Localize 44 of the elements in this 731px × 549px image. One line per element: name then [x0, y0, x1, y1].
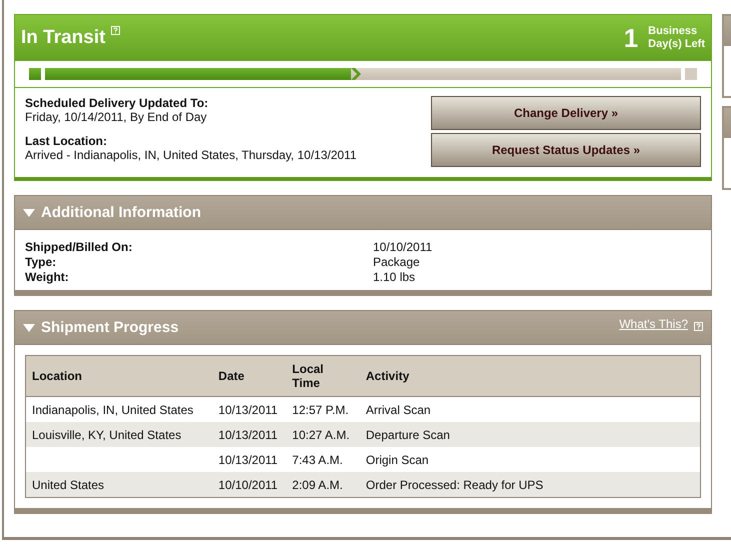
column-header: Local Time — [286, 356, 360, 396]
table-cell: 10/13/2011 — [212, 396, 286, 422]
progress-end-segment — [685, 68, 697, 80]
info-value: 1.10 lbs — [373, 270, 416, 284]
days-left-label: Day(s) Left — [648, 38, 705, 51]
days-left-count: 1 — [624, 22, 638, 54]
last-location-value: Arrived - Indianapolis, IN, United States, Thursday, 10/13/2011 — [25, 148, 357, 162]
table-cell: 2:09 A.M. — [286, 472, 360, 498]
table-cell: Indianapolis, IN, United States — [26, 396, 212, 422]
whats-this-link[interactable]: What's This? — [619, 317, 688, 331]
table-cell: 10/10/2011 — [212, 472, 286, 498]
scheduled-delivery-value: Friday, 10/14/2011, By End of Day — [25, 110, 208, 124]
info-value: Package — [373, 255, 421, 269]
panel-title[interactable]: Additional Information — [41, 204, 201, 221]
table-cell: 10/13/2011 — [212, 422, 286, 447]
action-button[interactable]: Request Status Updates » — [431, 133, 701, 167]
column-header: Activity — [360, 356, 700, 396]
table-cell: Origin Scan — [360, 447, 700, 472]
status-title: In Transit — [21, 27, 106, 49]
last-location-label: Last Location: — [25, 134, 108, 148]
table-cell: 7:43 A.M. — [286, 447, 360, 472]
table-cell: Order Processed: Ready for UPS — [360, 472, 700, 498]
table-cell: Departure Scan — [360, 422, 700, 447]
table-cell: Arrival Scan — [360, 396, 700, 422]
table-cell: 12:57 P.M. — [286, 396, 360, 422]
table-cell: United States — [26, 472, 212, 498]
info-label: Shipped/Billed On: — [25, 240, 134, 254]
days-left-label: Business — [648, 25, 698, 38]
table-cell: 10/13/2011 — [212, 447, 286, 472]
help-icon[interactable] — [111, 26, 120, 35]
scheduled-delivery-label: Scheduled Delivery Updated To: — [25, 96, 210, 110]
info-label: Weight: — [25, 270, 70, 284]
help-icon[interactable] — [694, 322, 703, 331]
caret-down-icon[interactable] — [23, 322, 35, 332]
column-header: Date — [212, 356, 286, 396]
column-header: Location — [26, 356, 212, 396]
progress-start-segment — [29, 68, 41, 80]
caret-down-icon[interactable] — [23, 208, 35, 218]
table-cell: 10:27 A.M. — [286, 422, 360, 447]
action-button[interactable]: Change Delivery » — [431, 96, 701, 130]
table-cell: Louisville, KY, United States — [26, 422, 212, 447]
panel-title[interactable]: Shipment Progress — [41, 319, 179, 336]
info-value: 10/10/2011 — [373, 240, 434, 254]
info-label: Type: — [25, 255, 58, 269]
